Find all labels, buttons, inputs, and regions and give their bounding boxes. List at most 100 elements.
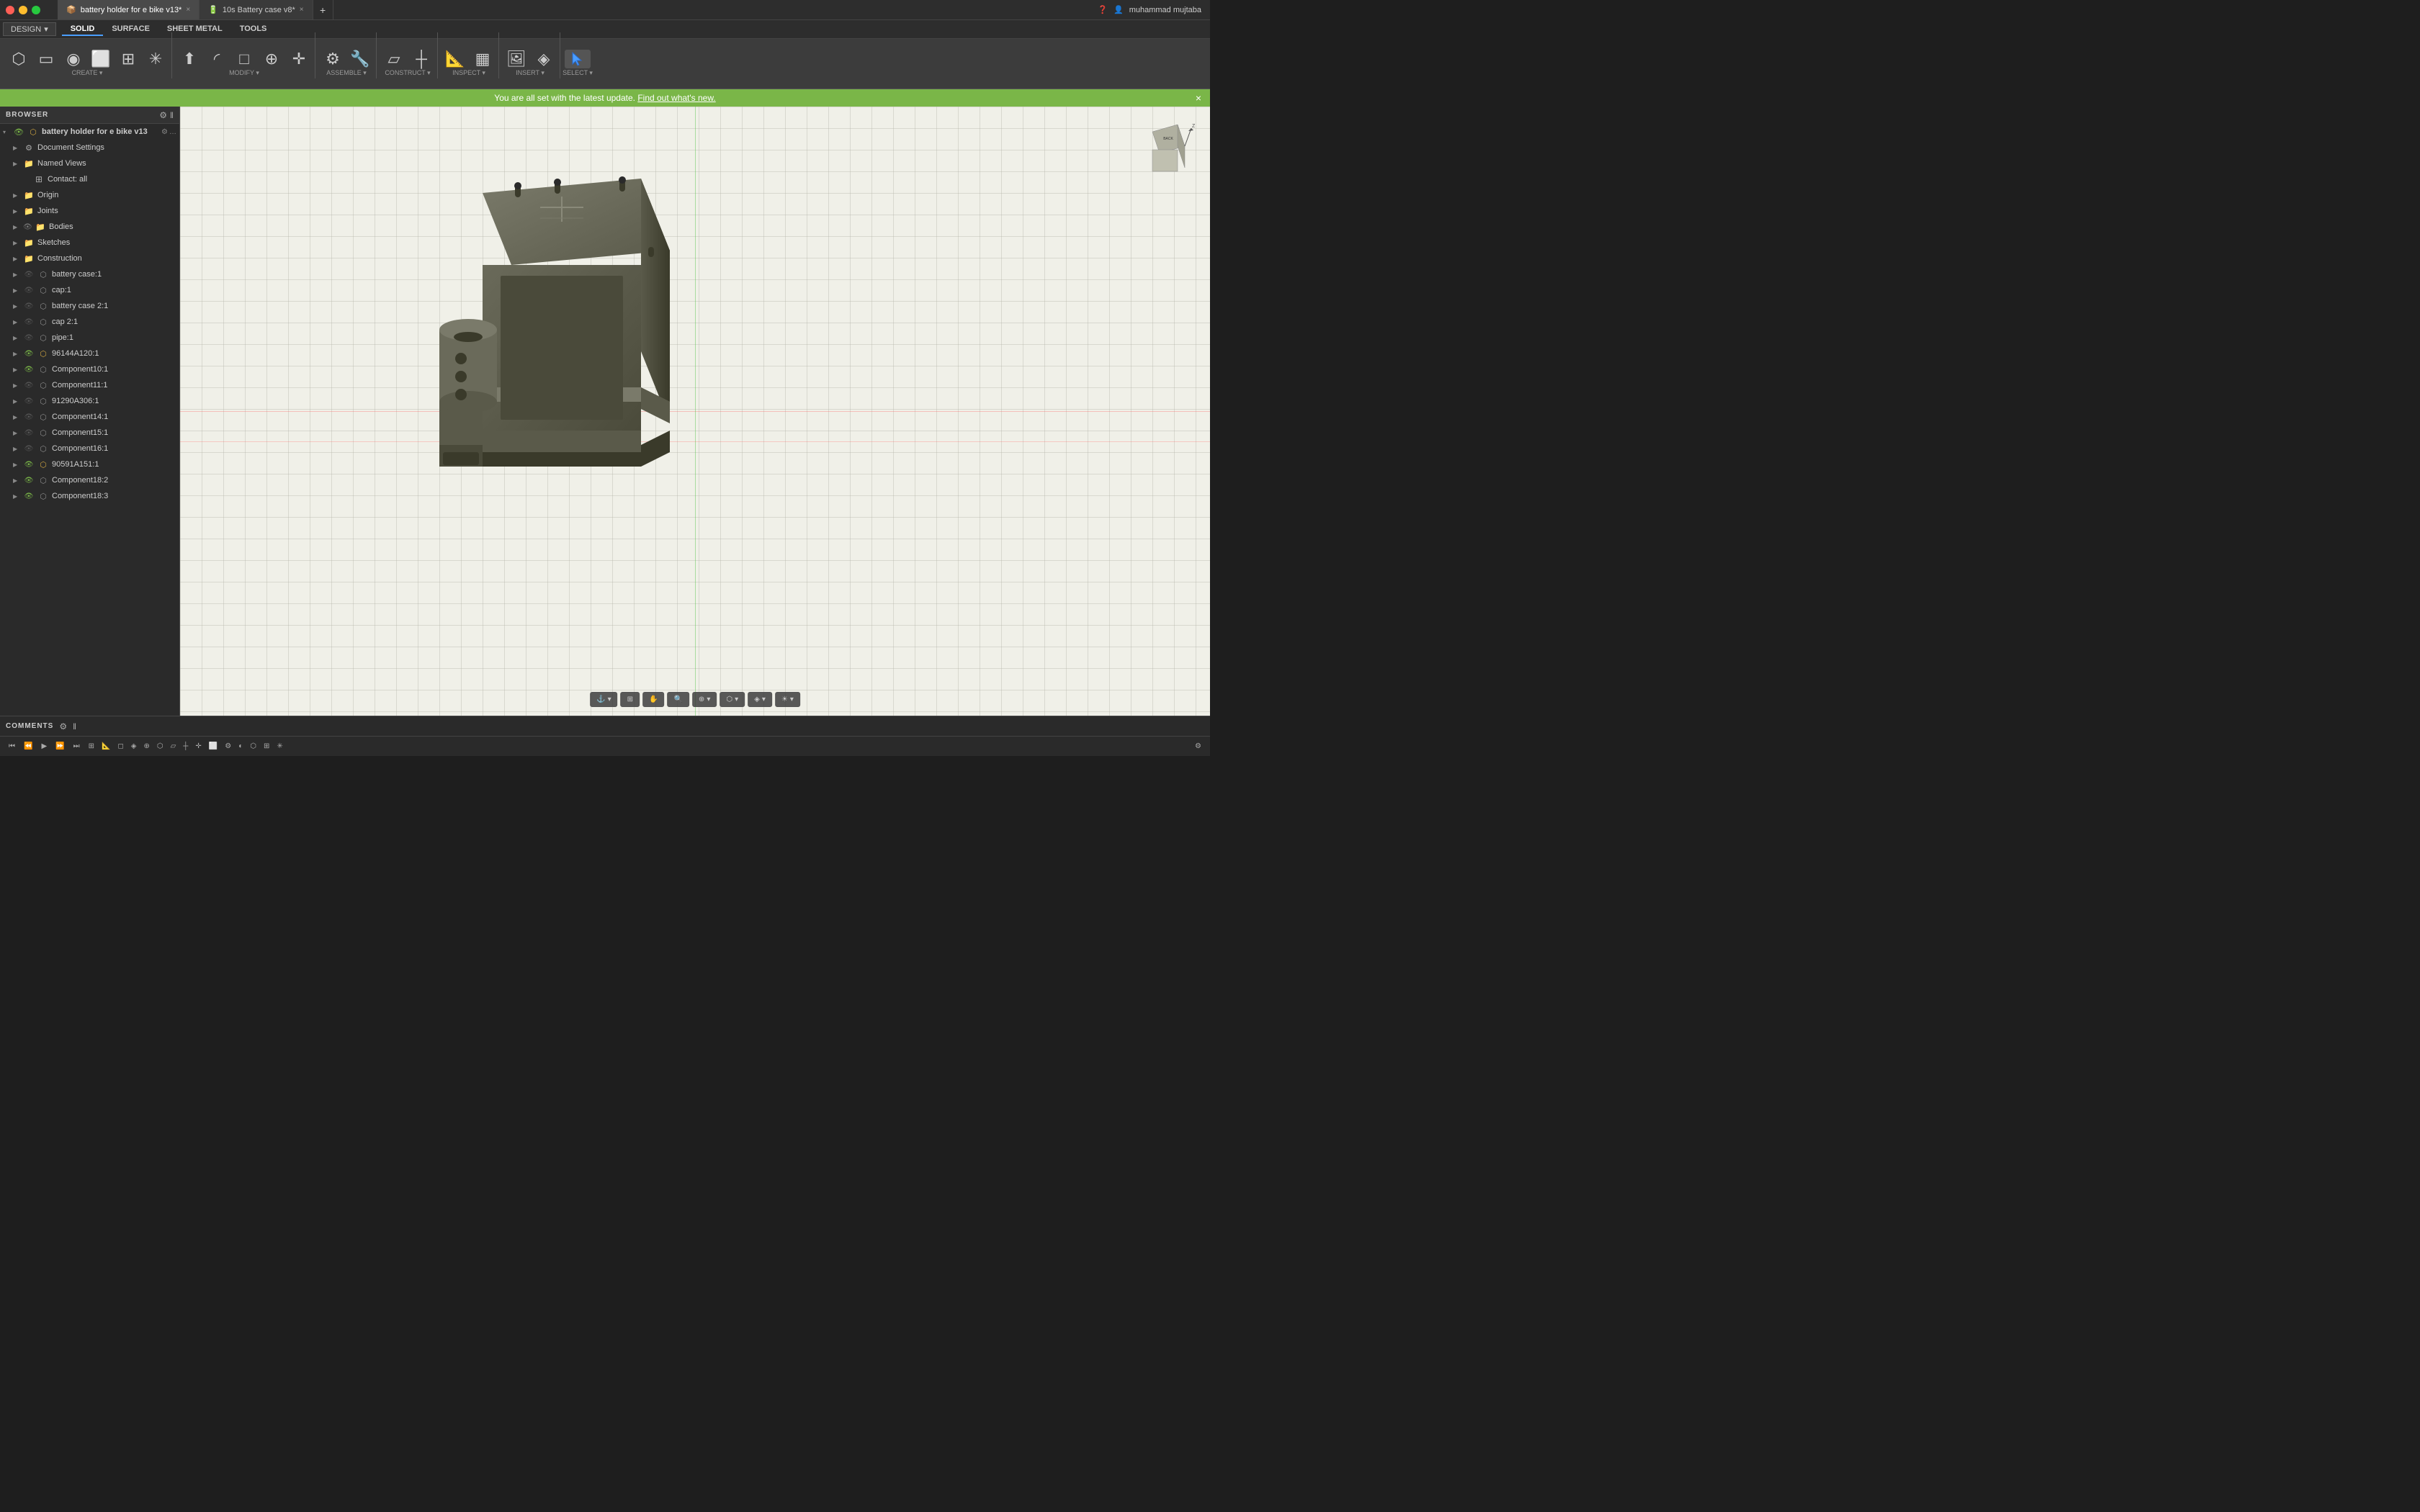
- more-create-button[interactable]: ✳: [143, 50, 169, 68]
- tree-sketches[interactable]: ▶ 📁 Sketches: [0, 235, 179, 251]
- tree-construction[interactable]: ▶ 📁 Construction: [0, 251, 179, 266]
- minimize-button[interactable]: [19, 6, 27, 14]
- insert-mesh-button[interactable]: ◈: [531, 50, 557, 68]
- measure-button[interactable]: 📐: [442, 50, 468, 68]
- grid-button[interactable]: ⊞: [621, 692, 640, 707]
- timeline-tool-5[interactable]: ⊕: [140, 741, 152, 752]
- zoom-fit-button[interactable]: ⊕ ▾: [692, 692, 717, 707]
- browser-collapse-icon[interactable]: ‖: [170, 110, 174, 120]
- joint-button[interactable]: ⚙: [320, 50, 346, 68]
- timeline-tool-8[interactable]: ┼: [180, 741, 191, 752]
- tree-component18-3[interactable]: ▶ 👁 ⬡ Component18:3: [0, 488, 179, 504]
- tree-91290A306-1[interactable]: ▶ 👁 ⬡ 91290A306:1: [0, 393, 179, 409]
- pan-button[interactable]: ✋: [642, 692, 664, 707]
- browser-settings-icon[interactable]: ⚙: [159, 110, 167, 120]
- new-tab-button[interactable]: +: [313, 0, 333, 19]
- tree-96144A120-1[interactable]: ▶ 👁 ⬡ 96144A120:1: [0, 346, 179, 361]
- tree-joints[interactable]: ▶ 📁 Joints: [0, 203, 179, 219]
- timeline-tool-13[interactable]: ⬡: [247, 741, 259, 752]
- viewport[interactable]: BACK Z ⚓ ▾ ⊞ ✋ 🔍 ⊕: [180, 107, 1210, 716]
- timeline-tool-15[interactable]: ✳: [274, 741, 285, 752]
- tree-battery-case-1[interactable]: ▶ 👁 ⬡ battery case:1: [0, 266, 179, 282]
- tree-named-views[interactable]: ▶ 📁 Named Views: [0, 156, 179, 171]
- notification-link[interactable]: Find out what's new.: [637, 93, 715, 103]
- combine-button[interactable]: ⊕: [259, 50, 284, 68]
- shell-button[interactable]: □: [231, 50, 257, 68]
- c14-visibility-icon[interactable]: 👁: [23, 411, 35, 423]
- c16-visibility-icon[interactable]: 👁: [23, 443, 35, 454]
- timeline-tool-12[interactable]: ◐: [236, 741, 246, 752]
- root-settings-icon[interactable]: ⚙: [161, 128, 168, 136]
- comments-collapse-icon[interactable]: ‖: [73, 721, 76, 732]
- timeline-end-button[interactable]: ⏭: [71, 741, 83, 752]
- display-mode-button[interactable]: ⬡ ▾: [720, 692, 745, 707]
- timeline-prev-button[interactable]: ⏪: [21, 741, 35, 752]
- move-button[interactable]: ✛: [286, 50, 312, 68]
- tree-component14-1[interactable]: ▶ 👁 ⬡ Component14:1: [0, 409, 179, 425]
- camera-button[interactable]: ⚓ ▾: [590, 692, 617, 707]
- tree-component16-1[interactable]: ▶ 👁 ⬡ Component16:1: [0, 441, 179, 456]
- c15-visibility-icon[interactable]: 👁: [23, 427, 35, 438]
- bc1-visibility-icon[interactable]: 👁: [23, 269, 35, 280]
- account-icon[interactable]: 👤: [1113, 5, 1124, 14]
- render-mode-button[interactable]: ◈ ▾: [748, 692, 772, 707]
- bc21-visibility-icon[interactable]: 👁: [23, 300, 35, 312]
- fillet-button[interactable]: ◜: [204, 50, 230, 68]
- tab-close-icon-2[interactable]: ×: [300, 6, 304, 14]
- tree-origin[interactable]: ▶ 📁 Origin: [0, 187, 179, 203]
- notification-close-button[interactable]: ×: [1196, 92, 1201, 104]
- tree-cap-1[interactable]: ▶ 👁 ⬡ cap:1: [0, 282, 179, 298]
- c183-visibility-icon[interactable]: 👁: [23, 490, 35, 502]
- tree-contact-all[interactable]: ⊞ Contact: all: [0, 171, 179, 187]
- 91290-visibility-icon[interactable]: 👁: [23, 395, 35, 407]
- timeline-start-button[interactable]: ⏮: [6, 741, 18, 752]
- timeline-tool-10[interactable]: ⬜: [206, 741, 220, 752]
- cap21-visibility-icon[interactable]: 👁: [23, 316, 35, 328]
- bodies-visibility-icon[interactable]: 👁: [23, 223, 33, 231]
- tab-close-icon[interactable]: ×: [186, 6, 190, 14]
- tree-component18-2[interactable]: ▶ 👁 ⬡ Component18:2: [0, 472, 179, 488]
- revolve-button[interactable]: ◉: [60, 50, 86, 68]
- axis-button[interactable]: ┼: [408, 50, 434, 68]
- timeline-tool-2[interactable]: 📐: [99, 741, 113, 752]
- create-sketch-button[interactable]: ▭: [33, 50, 59, 68]
- timeline-tool-11[interactable]: ⚙: [222, 741, 234, 752]
- tree-doc-settings[interactable]: ▶ ⚙ Document Settings: [0, 140, 179, 156]
- timeline-tool-3[interactable]: ◻: [115, 741, 126, 752]
- zebra-button[interactable]: ▦: [470, 50, 496, 68]
- root-overflow-icon[interactable]: …: [169, 128, 176, 136]
- tree-component10-1[interactable]: ▶ 👁 ⬡ Component10:1: [0, 361, 179, 377]
- timeline-play-button[interactable]: ▶: [38, 741, 50, 752]
- close-button[interactable]: [6, 6, 14, 14]
- extrude-button[interactable]: ⬜: [88, 50, 114, 68]
- tab-battery-case[interactable]: 🔋 10s Battery case v8* ×: [200, 0, 313, 19]
- tree-bodies[interactable]: ▶ 👁 📁 Bodies: [0, 219, 179, 235]
- pipe1-visibility-icon[interactable]: 👁: [23, 332, 35, 343]
- tree-90591A151-1[interactable]: ▶ 👁 ⬡ 90591A151:1: [0, 456, 179, 472]
- timeline-tool-14[interactable]: ⊞: [261, 741, 272, 752]
- environment-button[interactable]: ☀ ▾: [775, 692, 800, 707]
- comments-settings-icon[interactable]: ⚙: [59, 721, 67, 732]
- timeline-tool-7[interactable]: ▱: [168, 741, 179, 752]
- nav-cube[interactable]: BACK Z: [1138, 121, 1196, 181]
- offset-plane-button[interactable]: ▱: [381, 50, 407, 68]
- timeline-tool-6[interactable]: ⬡: [154, 741, 166, 752]
- 90591-visibility-icon[interactable]: 👁: [23, 459, 35, 470]
- new-component-button[interactable]: ⬡: [6, 50, 32, 68]
- timeline-tool-1[interactable]: ⊞: [86, 741, 97, 752]
- insert-image-button[interactable]: 🖼: [503, 50, 529, 68]
- tree-component15-1[interactable]: ▶ 👁 ⬡ Component15:1: [0, 425, 179, 441]
- tab-battery-holder[interactable]: 📦 battery holder for e bike v13* ×: [58, 0, 200, 19]
- 96144-visibility-icon[interactable]: 👁: [23, 348, 35, 359]
- as-built-button[interactable]: 🔧: [347, 50, 373, 68]
- zoom-button[interactable]: 🔍: [667, 692, 689, 707]
- timeline-settings-button[interactable]: ⚙: [1192, 741, 1204, 752]
- select-tool-button[interactable]: [565, 50, 591, 68]
- cap1-visibility-icon[interactable]: 👁: [23, 284, 35, 296]
- timeline-next-button[interactable]: ⏩: [53, 741, 67, 752]
- help-icon[interactable]: ❓: [1098, 5, 1108, 14]
- tree-cap-2-1[interactable]: ▶ 👁 ⬡ cap 2:1: [0, 314, 179, 330]
- press-pull-button[interactable]: ⬆: [176, 50, 202, 68]
- tree-component11-1[interactable]: ▶ 👁 ⬡ Component11:1: [0, 377, 179, 393]
- maximize-button[interactable]: [32, 6, 40, 14]
